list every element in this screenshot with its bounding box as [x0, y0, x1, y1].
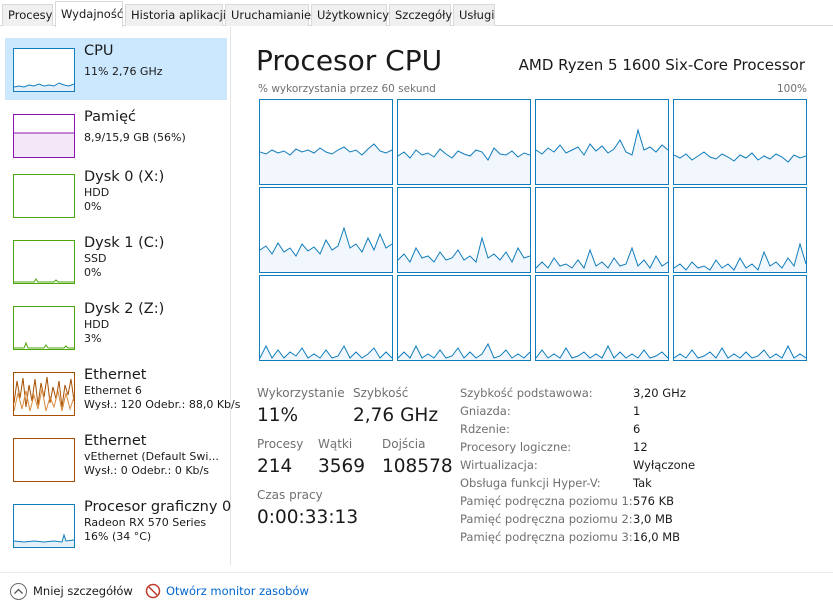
- spec-label: Procesory logiczne:: [460, 440, 572, 454]
- sidebar-item-disk-2[interactable]: Dysk 2 (Z:) HDD 3%: [5, 296, 227, 358]
- sidebar-item-adapter: Ethernet 6: [84, 384, 142, 397]
- page-title: Procesor CPU: [256, 44, 443, 77]
- spec-label: Szybkość podstawowa:: [460, 386, 593, 400]
- spec-value: 16,0 MB: [633, 530, 681, 544]
- sidebar-item-ethernet-6[interactable]: Ethernet Ethernet 6 Wysł.: 120 Odebr.: 8…: [5, 362, 240, 424]
- open-resource-monitor-link[interactable]: Otwórz monitor zasobów: [166, 584, 309, 598]
- disk-graph-icon: [13, 174, 75, 218]
- graph-max-label: 100%: [776, 83, 807, 95]
- sidebar-item-title: Pamięć: [84, 109, 137, 125]
- spec-label: Rdzenie:: [460, 422, 510, 436]
- sidebar-item-adapter: vEthernet (Default Swi...: [84, 450, 219, 463]
- resource-monitor-icon[interactable]: [145, 583, 161, 599]
- sidebar-item-title: Procesor graficzny 0: [84, 499, 232, 515]
- sidebar: CPU 11% 2,76 GHz Pamięć 8,9/15,9 GB (56%…: [0, 27, 240, 565]
- sidebar-item-type: HDD: [84, 186, 110, 199]
- spec-value: 3,0 MB: [633, 512, 673, 526]
- tab-processes[interactable]: Procesy: [2, 4, 53, 26]
- spec-value: 1: [633, 404, 641, 418]
- sidebar-item-title: Dysk 2 (Z:): [84, 301, 165, 317]
- tab-users[interactable]: Użytkownicy: [311, 4, 389, 26]
- sidebar-item-detail: 0%: [84, 266, 102, 279]
- sidebar-item-gpu[interactable]: Procesor graficzny 0 Radeon RX 570 Serie…: [5, 494, 231, 556]
- spec-label: Gniazda:: [460, 404, 511, 418]
- uptime-value: 0:00:33:13: [257, 507, 359, 528]
- logical-processor-graph: [397, 275, 531, 361]
- network-graph-icon: [13, 438, 75, 482]
- logical-processor-graph: [535, 275, 669, 361]
- uptime-label: Czas pracy: [257, 488, 323, 502]
- tab-services[interactable]: Usługi: [453, 4, 495, 26]
- sidebar-item-disk-0[interactable]: Dysk 0 (X:) HDD 0%: [5, 164, 227, 226]
- utilization-label: Wykorzystanie: [257, 386, 345, 400]
- logical-processor-graph: [397, 99, 531, 185]
- logical-processor-graph: [673, 99, 807, 185]
- logical-processor-graph: [397, 187, 531, 273]
- sidebar-item-detail: 8,9/15,9 GB (56%): [84, 131, 186, 144]
- sidebar-item-disk-1[interactable]: Dysk 1 (C:) SSD 0%: [5, 230, 227, 292]
- spec-label: Wirtualizacja:: [460, 458, 538, 472]
- speed-label: Szybkość: [353, 386, 409, 400]
- disk-graph-icon: [13, 306, 75, 350]
- tab-details[interactable]: Szczegóły: [389, 4, 452, 26]
- network-graph-icon: [13, 372, 75, 416]
- sidebar-item-title: Dysk 1 (C:): [84, 235, 165, 251]
- logical-processor-graph: [535, 187, 669, 273]
- logical-processor-graph: [535, 99, 669, 185]
- sidebar-item-type: HDD: [84, 318, 110, 331]
- spec-value: 6: [633, 422, 641, 436]
- threads-label: Wątki: [318, 437, 353, 451]
- spec-value: 576 KB: [633, 494, 675, 508]
- footer: Mniej szczegółów Otwórz monitor zasobów: [0, 572, 833, 615]
- sidebar-item-detail: 11% 2,76 GHz: [84, 65, 163, 78]
- spec-value: 12: [633, 440, 648, 454]
- logical-processor-graph: [259, 187, 393, 273]
- processes-label: Procesy: [257, 437, 304, 451]
- sidebar-item-model: Radeon RX 570 Series: [84, 516, 207, 529]
- logical-processor-graph: [673, 275, 807, 361]
- tab-bar: Procesy Wydajność Historia aplikacji Uru…: [0, 0, 833, 27]
- sidebar-item-title: CPU: [84, 43, 114, 59]
- sidebar-item-type: SSD: [84, 252, 107, 265]
- disk-graph-icon: [13, 240, 75, 284]
- spec-value: Wyłączone: [633, 458, 696, 472]
- tab-performance[interactable]: Wydajność: [55, 1, 123, 27]
- logical-processor-graph: [673, 187, 807, 273]
- tab-app-history[interactable]: Historia aplikacji: [125, 4, 226, 26]
- processor-name: AMD Ryzen 5 1600 Six-Core Processor: [518, 56, 805, 74]
- speed-value: 2,76 GHz: [353, 405, 439, 426]
- tab-startup[interactable]: Uruchamianie: [225, 4, 311, 26]
- sidebar-item-vethernet[interactable]: Ethernet vEthernet (Default Swi... Wysł.…: [5, 428, 227, 490]
- handles-value: 108578: [382, 456, 453, 477]
- sidebar-item-detail: Wysł.: 120 Odebr.: 88,0 Kb/s: [84, 398, 241, 411]
- spec-label: Pamięć podręczna poziomu 1:: [460, 494, 633, 508]
- threads-value: 3569: [318, 456, 366, 477]
- spec-value: 3,20 GHz: [633, 386, 686, 400]
- sidebar-item-detail: 0%: [84, 200, 102, 213]
- sidebar-item-detail: Wysł.: 0 Odebr.: 0 Kb/s: [84, 464, 209, 477]
- graph-axis-label: % wykorzystania przez 60 sekund: [258, 83, 436, 95]
- sidebar-item-cpu[interactable]: CPU 11% 2,76 GHz: [5, 38, 227, 100]
- chevron-up-icon[interactable]: [10, 583, 27, 600]
- spec-label: Pamięć podręczna poziomu 2:: [460, 512, 633, 526]
- sidebar-item-detail: 16% (34 °C): [84, 530, 152, 543]
- sidebar-item-title: Dysk 0 (X:): [84, 169, 165, 185]
- logical-processor-graph: [259, 275, 393, 361]
- sidebar-item-memory[interactable]: Pamięć 8,9/15,9 GB (56%): [5, 104, 227, 166]
- spec-label: Obsługa funkcji Hyper-V:: [460, 476, 601, 490]
- spec-value: Tak: [633, 476, 652, 490]
- sidebar-item-title: Ethernet: [84, 367, 147, 383]
- fewer-details-button[interactable]: Mniej szczegółów: [33, 584, 133, 598]
- processes-value: 214: [257, 456, 293, 477]
- utilization-value: 11%: [257, 405, 299, 426]
- handles-label: Dojścia: [382, 437, 426, 451]
- gpu-graph-icon: [13, 504, 75, 548]
- sidebar-item-title: Ethernet: [84, 433, 147, 449]
- spec-label: Pamięć podręczna poziomu 3:: [460, 530, 633, 544]
- memory-graph-icon: [13, 114, 75, 158]
- logical-processor-graph: [259, 99, 393, 185]
- cpu-graph-icon: [13, 48, 75, 92]
- logical-processor-graphs: [259, 99, 807, 361]
- sidebar-item-detail: 3%: [84, 332, 102, 345]
